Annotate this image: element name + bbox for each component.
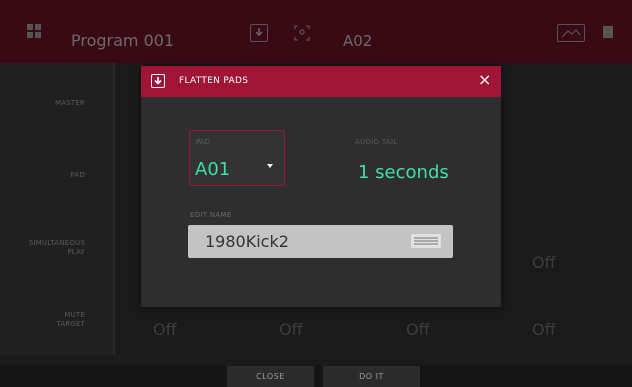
envelope-icon[interactable]	[557, 24, 585, 42]
simultaneous-play-value[interactable]: Off	[532, 253, 556, 272]
caret-down-icon[interactable]	[267, 164, 273, 168]
mute-target-value-2[interactable]: Off	[279, 320, 303, 339]
edit-name-value: 1980Kick2	[205, 232, 289, 251]
audio-tail-label: AUDIO TAIL	[355, 138, 398, 146]
keyboard-icon[interactable]	[411, 234, 441, 248]
mute-target-value-3[interactable]: Off	[406, 320, 430, 339]
chip-icon[interactable]	[603, 26, 613, 38]
row-labels-column: MASTER PAD SIMULTANEOUS PLAY MUTE TARGET	[0, 63, 113, 355]
row-label-pad: PAD	[70, 171, 85, 179]
program-grid-icon[interactable]	[27, 24, 41, 38]
pad-name[interactable]: A02	[343, 32, 372, 50]
flatten-header-icon[interactable]	[250, 24, 268, 42]
sample-locate-icon[interactable]	[293, 24, 311, 42]
dialog-title: FLATTEN PADS	[179, 76, 249, 86]
bottom-bar	[0, 365, 632, 387]
do-it-button[interactable]: DO IT	[323, 366, 420, 387]
pad-label: PAD	[196, 138, 210, 146]
row-label-simultaneous: SIMULTANEOUS	[28, 239, 85, 247]
dialog-header: FLATTEN PADS ×	[141, 66, 501, 97]
edit-name-field[interactable]: 1980Kick2	[188, 225, 453, 258]
edit-name-label: EDIT NAME	[190, 211, 232, 219]
pad-value[interactable]: A01	[195, 159, 230, 180]
audio-tail-value[interactable]: 1 seconds	[358, 162, 449, 183]
mute-target-value-4[interactable]: Off	[532, 320, 556, 339]
row-label-mute: MUTE	[64, 311, 85, 319]
header-bar: Program 001 A02	[0, 0, 632, 63]
close-icon[interactable]: ×	[478, 71, 491, 89]
row-label-play: PLAY	[67, 248, 85, 256]
mute-target-value-1[interactable]: Off	[153, 320, 177, 339]
close-button[interactable]: CLOSE	[227, 366, 314, 387]
program-name[interactable]: Program 001	[71, 31, 174, 50]
row-label-target: TARGET	[56, 320, 85, 328]
column-divider	[113, 63, 115, 355]
row-label-master: MASTER	[54, 99, 85, 107]
arrow-down-box-icon	[151, 74, 165, 88]
flatten-pads-dialog: FLATTEN PADS × PAD A01 AUDIO TAIL 1 seco…	[141, 66, 501, 307]
